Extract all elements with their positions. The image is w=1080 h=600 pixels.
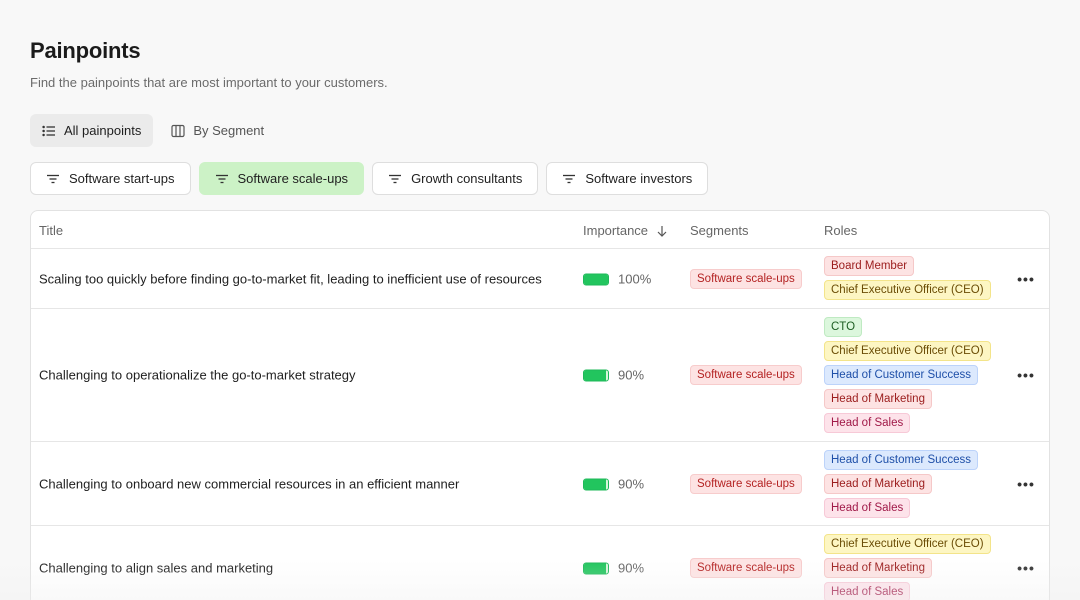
importance-bar-fill (584, 479, 606, 489)
table-row[interactable]: Challenging to onboard new commercial re… (31, 442, 1049, 526)
role-badge: Head of Sales (824, 582, 911, 600)
table-row[interactable]: Challenging to operationalize the go-to-… (31, 309, 1049, 442)
role-badge: Head of Sales (824, 498, 911, 518)
view-tabs: All painpoints By Segment (30, 114, 276, 147)
role-badge: Head of Marketing (824, 474, 932, 494)
segment-filter-software-scale-ups[interactable]: Software scale-ups (198, 162, 365, 195)
painpoint-title: Challenging to align sales and marketing (39, 560, 274, 576)
roles-cell: Chief Executive Officer (CEO) Head of Ma… (824, 534, 991, 600)
table-row[interactable]: Scaling too quickly before finding go-to… (31, 249, 1049, 309)
column-header-importance[interactable]: Importance (583, 223, 668, 238)
row-more-button[interactable]: ••• (1013, 268, 1039, 290)
role-badge: Board Member (824, 256, 915, 276)
role-badge: Head of Marketing (824, 558, 932, 578)
painpoint-title: Challenging to operationalize the go-to-… (39, 367, 356, 383)
column-header-segments[interactable]: Segments (690, 223, 749, 238)
segment-filter-software-start-ups[interactable]: Software start-ups (30, 162, 191, 195)
importance-bar-fill (584, 370, 606, 380)
tab-label: All painpoints (64, 123, 142, 138)
role-badge: Chief Executive Officer (CEO) (824, 280, 991, 300)
column-header-label: Importance (583, 223, 649, 238)
role-badge: CTO (824, 317, 863, 337)
segment-filter-growth-consultants[interactable]: Growth consultants (372, 162, 539, 195)
segment-cell: Software scale-ups (690, 558, 802, 578)
painpoints-table: Title Importance Segments Roles Scaling … (30, 210, 1050, 600)
segment-filter-label: Software start-ups (69, 171, 175, 186)
importance-bar (583, 369, 609, 381)
segment-badge: Software scale-ups (690, 269, 802, 289)
importance-value: 90% (618, 476, 645, 492)
segment-cell: Software scale-ups (690, 365, 802, 385)
segment-badge: Software scale-ups (690, 474, 802, 494)
importance-bar-fill (584, 274, 608, 284)
arrow-down-icon (657, 225, 667, 237)
row-more-button[interactable]: ••• (1013, 364, 1039, 386)
column-header-title[interactable]: Title (39, 223, 63, 238)
roles-cell: Board Member Chief Executive Officer (CE… (824, 256, 991, 300)
segment-filters: Software start-ups Software scale-ups Gr… (30, 162, 709, 195)
filter-icon (215, 174, 228, 183)
roles-cell: Head of Customer Success Head of Marketi… (824, 450, 978, 518)
role-badge: Head of Marketing (824, 389, 932, 409)
filter-icon (563, 174, 576, 183)
table-row[interactable]: Challenging to align sales and marketing… (31, 526, 1049, 600)
importance-value: 90% (618, 560, 645, 576)
roles-cell: CTO Chief Executive Officer (CEO) Head o… (824, 317, 991, 433)
painpoint-title: Challenging to onboard new commercial re… (39, 476, 460, 492)
list-icon (42, 125, 55, 136)
importance-bar (583, 478, 609, 490)
importance-bar-fill (584, 563, 606, 573)
segment-cell: Software scale-ups (690, 269, 802, 289)
column-header-roles[interactable]: Roles (824, 223, 857, 238)
role-badge: Chief Executive Officer (CEO) (824, 534, 991, 554)
importance-value: 90% (618, 367, 645, 383)
painpoint-title: Scaling too quickly before finding go-to… (39, 271, 542, 287)
filter-icon (47, 174, 59, 183)
page-title: Painpoints (30, 38, 141, 63)
role-badge: Head of Customer Success (824, 450, 978, 470)
row-more-button[interactable]: ••• (1013, 473, 1039, 495)
importance-bar (583, 562, 609, 574)
tab-by-segment[interactable]: By Segment (159, 114, 276, 147)
segment-filter-software-investors[interactable]: Software investors (546, 162, 709, 195)
tab-label: By Segment (193, 123, 265, 138)
page-subtitle: Find the painpoints that are most import… (30, 75, 388, 90)
segment-filter-label: Growth consultants (411, 171, 523, 186)
segment-filter-label: Software investors (585, 171, 693, 186)
importance-indicator: 90% (583, 477, 644, 492)
importance-indicator: 90% (583, 368, 644, 383)
role-badge: Head of Customer Success (824, 365, 978, 385)
filter-icon (389, 174, 402, 183)
importance-indicator: 100% (583, 272, 651, 287)
tab-all-painpoints[interactable]: All painpoints (30, 114, 154, 147)
segment-badge: Software scale-ups (690, 365, 802, 385)
columns-icon (171, 124, 185, 137)
row-more-button[interactable]: ••• (1013, 557, 1039, 579)
segment-badge: Software scale-ups (690, 558, 802, 578)
segment-filter-label: Software scale-ups (237, 171, 349, 186)
segment-cell: Software scale-ups (690, 474, 802, 494)
importance-indicator: 90% (583, 561, 644, 576)
role-badge: Chief Executive Officer (CEO) (824, 341, 991, 361)
role-badge: Head of Sales (824, 413, 911, 433)
table-header: Title Importance Segments Roles (31, 211, 1049, 249)
importance-value: 100% (618, 271, 652, 287)
importance-bar (583, 273, 609, 285)
